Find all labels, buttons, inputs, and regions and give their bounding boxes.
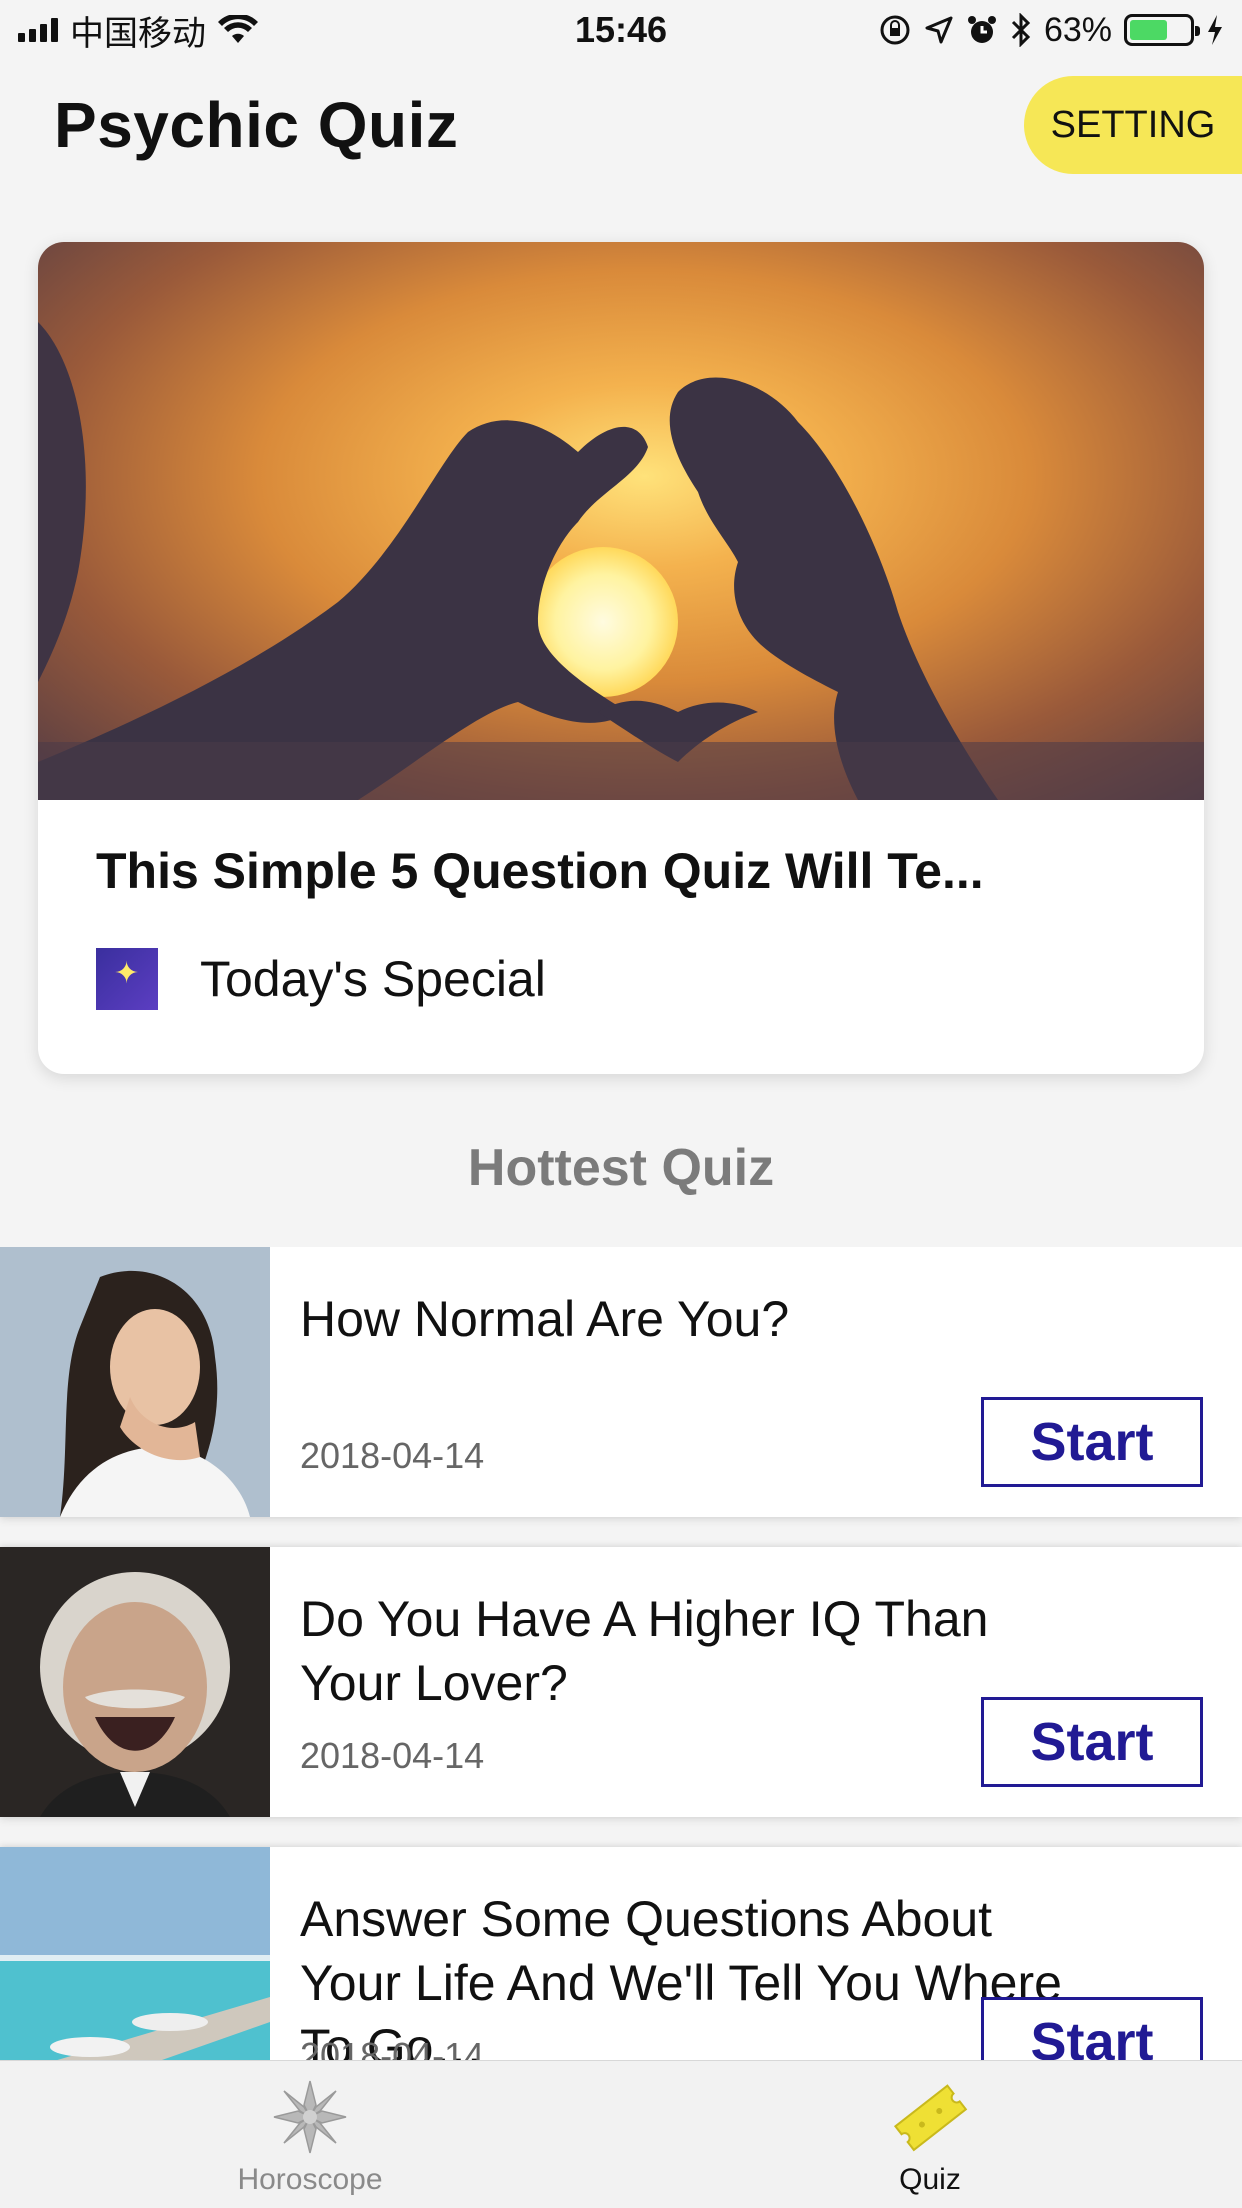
- featured-title: This Simple 5 Question Quiz Will Te...: [96, 843, 984, 899]
- quiz-title: Do You Have A Higher IQ Than Your Lover?: [300, 1591, 989, 1711]
- quiz-thumbnail-laughing-woman: [0, 1247, 270, 1517]
- start-button[interactable]: Start: [981, 1697, 1203, 1787]
- horoscope-star-icon: [273, 2080, 347, 2154]
- section-title: Hottest Quiz: [467, 1139, 775, 1197]
- tab-quiz[interactable]: Quiz: [780, 2061, 1080, 2208]
- tab-label: Horoscope: [237, 2163, 383, 2196]
- quiz-title: How Normal Are You?: [300, 1291, 790, 1347]
- quiz-row[interactable]: Answer Some Questions About Your Life An…: [0, 1847, 1242, 2060]
- quiz-list[interactable]: How Normal Are You? 2018-04-14 Start Do …: [0, 1247, 1242, 2060]
- quiz-row[interactable]: Do You Have A Higher IQ Than Your Lover?…: [0, 1547, 1242, 1817]
- alarm-icon: [967, 16, 996, 43]
- tab-horoscope[interactable]: Horoscope: [160, 2061, 460, 2208]
- location-arrow-icon: [925, 16, 953, 44]
- start-button[interactable]: Start: [981, 1397, 1203, 1487]
- quiz-date: 2018-04-14: [300, 2035, 485, 2060]
- charging-bolt-icon: [1208, 15, 1222, 45]
- battery-icon: [1124, 14, 1200, 46]
- featured-quiz-card[interactable]: This Simple 5 Question Quiz Will Te... T…: [38, 242, 1204, 1074]
- quiz-thumbnail-beach: [0, 1847, 270, 2060]
- featured-image: [38, 242, 1204, 800]
- tab-bar: Horoscope Quiz: [0, 2060, 1242, 2208]
- page-title: Psychic Quiz: [54, 89, 459, 161]
- battery-level: [1130, 20, 1167, 40]
- todays-special-icon: [96, 948, 158, 1010]
- featured-subtitle: Today's Special: [200, 951, 546, 1007]
- wifi-icon: [218, 15, 258, 43]
- setting-button[interactable]: SETTING: [1024, 76, 1242, 174]
- quiz-row[interactable]: How Normal Are You? 2018-04-14 Start: [0, 1247, 1242, 1517]
- start-button[interactable]: Start: [981, 1997, 1203, 2060]
- quiz-date: 2018-04-14: [300, 1435, 485, 1476]
- quiz-thumbnail-laughing-man: [0, 1547, 270, 1817]
- battery-percent: 63%: [1043, 10, 1112, 49]
- status-bar: 中国移动 15:46 63%: [0, 0, 1242, 60]
- heart-hands-silhouette: [38, 322, 1204, 800]
- bluetooth-icon: [1011, 13, 1031, 47]
- carrier-label: 中国移动: [70, 14, 206, 53]
- quiz-date: 2018-04-14: [300, 1735, 485, 1776]
- orientation-lock-icon: [880, 15, 910, 45]
- tab-label: Quiz: [899, 2163, 961, 2196]
- quiz-ticket-icon: [893, 2084, 968, 2152]
- cellular-signal-icon: [18, 18, 58, 42]
